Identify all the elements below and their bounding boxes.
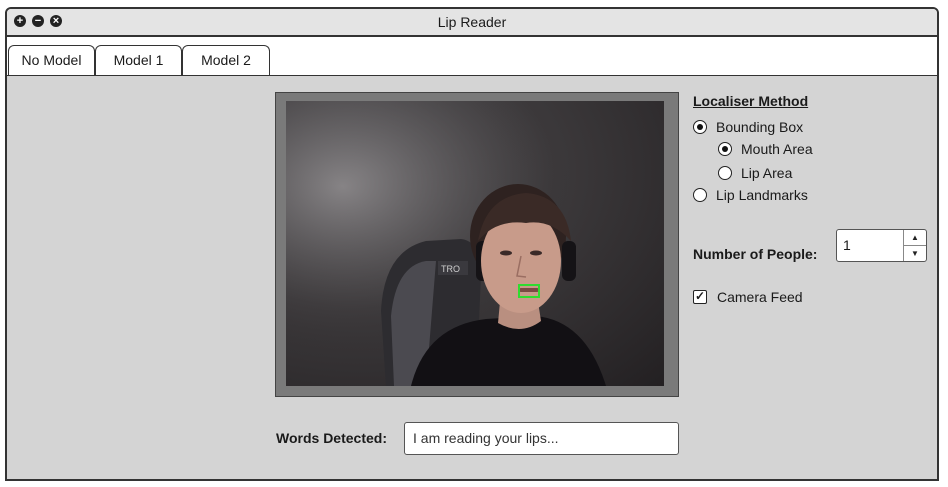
radio-indicator[interactable] [693, 188, 707, 202]
camera-feed-checkbox[interactable]: ✓ [693, 290, 707, 304]
radio-label: Mouth Area [741, 141, 813, 157]
radio-indicator[interactable] [718, 166, 732, 180]
radio-lip-landmarks[interactable]: Lip Landmarks [693, 187, 808, 203]
window-title: Lip Reader [437, 14, 507, 30]
words-detected-label: Words Detected: [276, 430, 387, 446]
tab-no-model[interactable]: No Model [8, 45, 95, 75]
stepper-up-icon[interactable]: ▲ [904, 230, 926, 246]
words-detected-field[interactable]: I am reading your lips... [404, 422, 679, 455]
tab-content: TRO Words Detected: I am reading your li… [7, 75, 937, 479]
number-of-people-stepper[interactable]: 1 ▲ ▼ [836, 229, 927, 262]
radio-bounding-box[interactable]: Bounding Box [693, 119, 803, 135]
localiser-method-title: Localiser Method [693, 93, 809, 109]
radio-indicator[interactable] [718, 142, 732, 156]
radio-label: Lip Landmarks [716, 187, 808, 203]
app-window: + − × Lip Reader No Model Model 1 Model … [5, 7, 939, 481]
radio-mouth-area[interactable]: Mouth Area [718, 141, 813, 157]
camera-feed-label: Camera Feed [717, 289, 803, 305]
stepper-buttons: ▲ ▼ [903, 230, 926, 261]
camera-feed-checkbox-row[interactable]: ✓ Camera Feed [693, 289, 803, 305]
radio-indicator[interactable] [693, 120, 707, 134]
lip-bounding-box [518, 284, 540, 298]
stepper-down-icon[interactable]: ▼ [904, 246, 926, 261]
tab-model-2[interactable]: Model 2 [182, 45, 270, 75]
radio-label: Lip Area [741, 165, 793, 181]
tab-bar: No Model Model 1 Model 2 [7, 37, 937, 75]
stepper-value[interactable]: 1 [843, 230, 851, 261]
camera-scene: TRO [286, 101, 664, 386]
tab-model-1[interactable]: Model 1 [95, 45, 182, 75]
title-bar: + − × Lip Reader [7, 9, 937, 37]
camera-feed-image: TRO [286, 101, 664, 386]
number-of-people-label: Number of People: [693, 246, 818, 262]
svg-text:TRO: TRO [441, 264, 460, 274]
camera-view: TRO [275, 92, 679, 397]
radio-lip-area[interactable]: Lip Area [718, 165, 792, 181]
radio-label: Bounding Box [716, 119, 804, 135]
